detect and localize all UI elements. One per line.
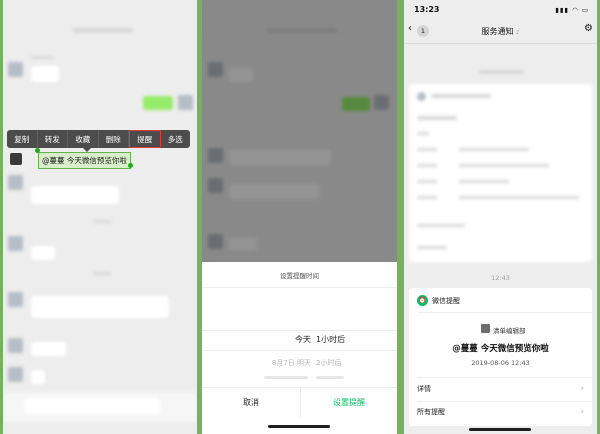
- mute-icon: ♪: [516, 30, 520, 36]
- settings-gear-icon[interactable]: ⚙: [584, 23, 593, 34]
- reminder-datetime: 2019-08-06 12:43: [471, 359, 530, 367]
- selection-handle-start[interactable]: [35, 148, 40, 153]
- battery-icon: ▭: [581, 6, 589, 14]
- wechat-reminder-icon: ⏰: [417, 295, 428, 306]
- time-divider: 12:43: [491, 274, 510, 282]
- signal-icon: ▮▮▮: [555, 6, 570, 14]
- page-title: 服务通知 ♪: [404, 26, 597, 37]
- picker-day-selected[interactable]: 今天: [277, 334, 311, 345]
- author-name: 清单编辑部: [493, 327, 526, 335]
- menu-item-copy[interactable]: 复制: [7, 130, 38, 148]
- chat-header: [3, 0, 197, 40]
- menu-item-multiselect[interactable]: 多选: [161, 130, 191, 148]
- dim-overlay[interactable]: [202, 0, 397, 262]
- picker-time-next[interactable]: 2小时后: [316, 358, 341, 368]
- sender-avatar: [10, 153, 22, 165]
- picker-time-selected[interactable]: 1小时后: [316, 334, 345, 345]
- reminder-time-sheet: 设置提醒时间 今天 1小时后 8月7日 明天 2小时后 取消 设置提醒: [202, 262, 397, 434]
- selected-message[interactable]: @蔓蔓 今天微信预览你啦: [38, 152, 131, 169]
- set-reminder-button[interactable]: 设置提醒: [301, 397, 397, 408]
- menu-item-favorite[interactable]: 收藏: [68, 130, 99, 148]
- author-avatar: [481, 324, 490, 333]
- wifi-icon: ◠: [572, 6, 579, 14]
- picker-day-next[interactable]: 8月7日 明天: [247, 358, 311, 368]
- all-reminders-row[interactable]: 所有提醒 ›: [417, 407, 584, 417]
- menu-item-forward[interactable]: 转发: [38, 130, 68, 148]
- details-row[interactable]: 详情 ›: [417, 384, 584, 394]
- selection-handle-end[interactable]: [128, 163, 133, 168]
- reminder-time-picker-screen: 设置提醒时间 今天 1小时后 8月7日 明天 2小时后 取消 设置提醒: [202, 0, 397, 434]
- page-title-text: 服务通知: [481, 27, 514, 36]
- chevron-right-icon: ›: [580, 407, 584, 417]
- status-time: 13:23: [414, 5, 440, 14]
- status-bar: 13:23 ▮▮▮ ◠ ▭: [404, 0, 597, 18]
- message-context-menu: 复制 转发 收藏 删除 提醒 多选: [7, 130, 190, 148]
- all-reminders-label: 所有提醒: [417, 408, 445, 416]
- menu-item-remind[interactable]: 提醒: [129, 130, 161, 148]
- nav-bar: ‹ 1 服务通知 ♪ ⚙: [404, 18, 597, 44]
- home-indicator: [469, 428, 531, 431]
- cancel-button[interactable]: 取消: [202, 397, 300, 408]
- wechat-reminder-card: ⏰ 微信提醒 清单编辑部 @蔓蔓 今天微信预览你啦 2019-08-06 12:…: [409, 288, 592, 426]
- reminder-source: 微信提醒: [432, 297, 460, 305]
- reminder-message: @蔓蔓 今天微信预览你啦: [452, 344, 549, 354]
- details-label: 详情: [417, 385, 431, 393]
- chevron-right-icon: ›: [580, 384, 584, 394]
- chat-screen-context-menu: 复制 转发 收藏 删除 提醒 多选 @蔓蔓 今天微信预览你啦: [3, 0, 197, 434]
- service-notification-screen: 13:23 ▮▮▮ ◠ ▭ ‹ 1 服务通知 ♪ ⚙ 12:43 ⏰ 微信提醒 …: [404, 0, 597, 434]
- home-indicator: [268, 425, 330, 428]
- sheet-title: 设置提醒时间: [280, 272, 319, 280]
- menu-item-delete[interactable]: 删除: [99, 130, 129, 148]
- status-icons: ▮▮▮ ◠ ▭: [555, 6, 589, 14]
